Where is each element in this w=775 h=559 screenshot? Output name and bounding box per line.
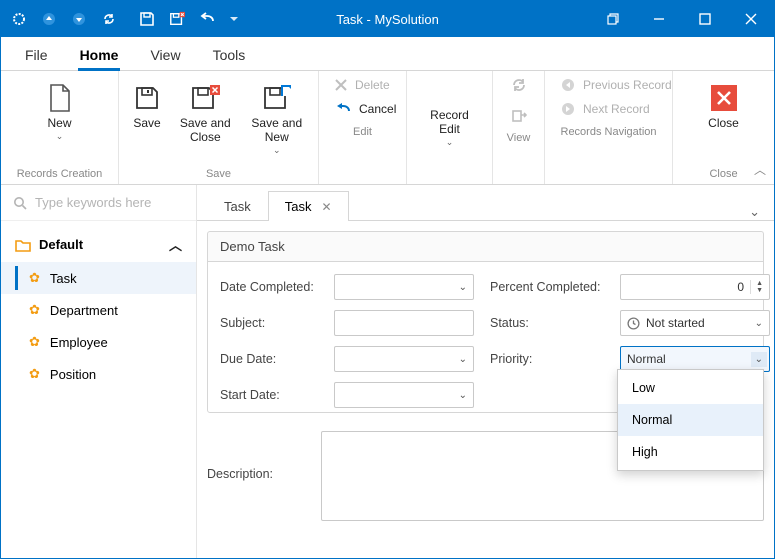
group-view: View [493,129,544,148]
spin-arrows-icon[interactable]: ▲▼ [750,280,763,294]
menu-view[interactable]: View [148,41,182,70]
gear-icon: ✿ [29,270,40,286]
qat-save-close-icon[interactable] [169,11,185,27]
previous-record-button: Previous Record [555,75,662,95]
menu-home[interactable]: Home [78,41,121,70]
qat-save-icon[interactable] [139,11,155,27]
input-subject[interactable] [334,310,474,336]
label-start-date: Start Date: [220,388,318,402]
priority-option-high[interactable]: High [618,436,763,468]
chevron-down-icon: ⌄ [459,390,467,401]
qat-gear-icon[interactable] [11,11,27,27]
input-date-completed[interactable]: ⌄ [334,274,474,300]
sidebar-group-default[interactable]: Default ︿ [1,227,196,262]
sidebar: Type keywords here Default ︿ ✿ Task ✿ De… [1,185,197,558]
next-icon [561,102,575,116]
group-edit: Edit [319,123,406,142]
label-due-date: Due Date: [220,352,318,366]
qat-refresh-icon[interactable] [101,11,117,27]
label-date-completed: Date Completed: [220,280,318,294]
window-restore-button[interactable] [590,1,636,37]
chevron-down-icon: ⌄ [446,137,454,148]
doctabs-more-button[interactable]: ⌄ [735,204,774,220]
ribbon: New ⌄ Records Creation Save Save and Clo… [1,71,774,185]
qat-up-icon[interactable] [41,11,57,27]
window-close-button[interactable] [728,1,774,37]
view-refresh-button [509,75,529,95]
gear-icon: ✿ [29,302,40,318]
delete-button: Delete [329,75,396,95]
save-icon [132,83,162,113]
chevron-down-icon: ⌄ [459,282,467,293]
app-window: Task - MySolution File Home View Tools N… [0,0,775,559]
search-placeholder: Type keywords here [35,195,151,210]
delete-icon [335,79,347,91]
priority-option-normal[interactable]: Normal [618,404,763,436]
save-new-icon [262,83,292,113]
view-export-button [509,105,529,125]
menu-tabs: File Home View Tools [1,37,774,71]
document-tabs: Task Task ✕ ⌄ [197,185,774,221]
next-record-button: Next Record [555,99,662,119]
group-records-navigation: Records Navigation [545,123,672,142]
window-maximize-button[interactable] [682,1,728,37]
input-start-date[interactable]: ⌄ [334,382,474,408]
sidebar-item-employee[interactable]: ✿ Employee [1,326,196,358]
qat-down-icon[interactable] [71,11,87,27]
clock-icon [627,317,640,330]
close-icon [709,83,739,113]
prev-icon [561,78,575,92]
undo-icon [335,103,351,115]
title-bar: Task - MySolution [1,1,774,37]
gear-icon: ✿ [29,366,40,382]
priority-dropdown: Low Normal High [617,369,764,471]
chevron-up-icon: ︿ [169,235,182,254]
window-minimize-button[interactable] [636,1,682,37]
save-button[interactable]: Save [119,77,175,159]
label-subject: Subject: [220,316,318,330]
group-records-creation: Records Creation [1,165,118,184]
tab-close-icon[interactable]: ✕ [321,200,331,214]
input-percent-completed[interactable]: 0 ▲▼ [620,274,770,300]
new-file-icon [45,83,75,113]
doctab-task-list[interactable]: Task [207,191,268,221]
search-icon [13,196,27,210]
chevron-down-icon: ⌄ [755,318,763,329]
sidebar-item-department[interactable]: ✿ Department [1,294,196,326]
label-description: Description: [207,431,305,481]
save-close-icon [190,83,220,113]
label-priority: Priority: [490,352,604,366]
main-area: Task Task ✕ ⌄ Demo Task Date Completed: … [197,185,774,558]
record-edit-button[interactable]: Record Edit ⌄ [420,77,479,159]
gear-icon: ✿ [29,334,40,350]
chevron-down-icon: ⌄ [273,145,281,156]
save-new-button[interactable]: Save and New ⌄ [236,77,318,159]
form-title: Demo Task [207,231,764,261]
doctab-task-detail[interactable]: Task ✕ [268,191,349,221]
sidebar-item-position[interactable]: ✿ Position [1,358,196,390]
close-button[interactable]: Close [696,77,752,159]
input-status[interactable]: Not started ⌄ [620,310,770,336]
blank-icon [435,83,465,105]
group-save: Save [119,165,318,184]
qat-undo-icon[interactable] [199,11,215,27]
chevron-down-icon: ⌄ [459,354,467,365]
new-button[interactable]: New ⌄ [32,77,88,159]
label-status: Status: [490,316,604,330]
chevron-down-icon: ⌄ [56,131,64,142]
label-percent-completed: Percent Completed: [490,280,604,294]
window-title: Task - MySolution [336,12,439,27]
menu-tools[interactable]: Tools [211,41,248,70]
chevron-down-icon: ⌄ [751,352,767,367]
input-due-date[interactable]: ⌄ [334,346,474,372]
menu-file[interactable]: File [23,41,50,70]
sidebar-item-task[interactable]: ✿ Task [1,262,196,294]
folder-icon [15,238,31,252]
priority-option-low[interactable]: Low [618,372,763,404]
save-close-button[interactable]: Save and Close [175,77,236,159]
qat-dropdown-icon[interactable] [229,11,239,27]
cancel-button[interactable]: Cancel [329,99,396,119]
ribbon-collapse-button[interactable]: ︿ [754,161,766,178]
search-box[interactable]: Type keywords here [1,185,196,221]
